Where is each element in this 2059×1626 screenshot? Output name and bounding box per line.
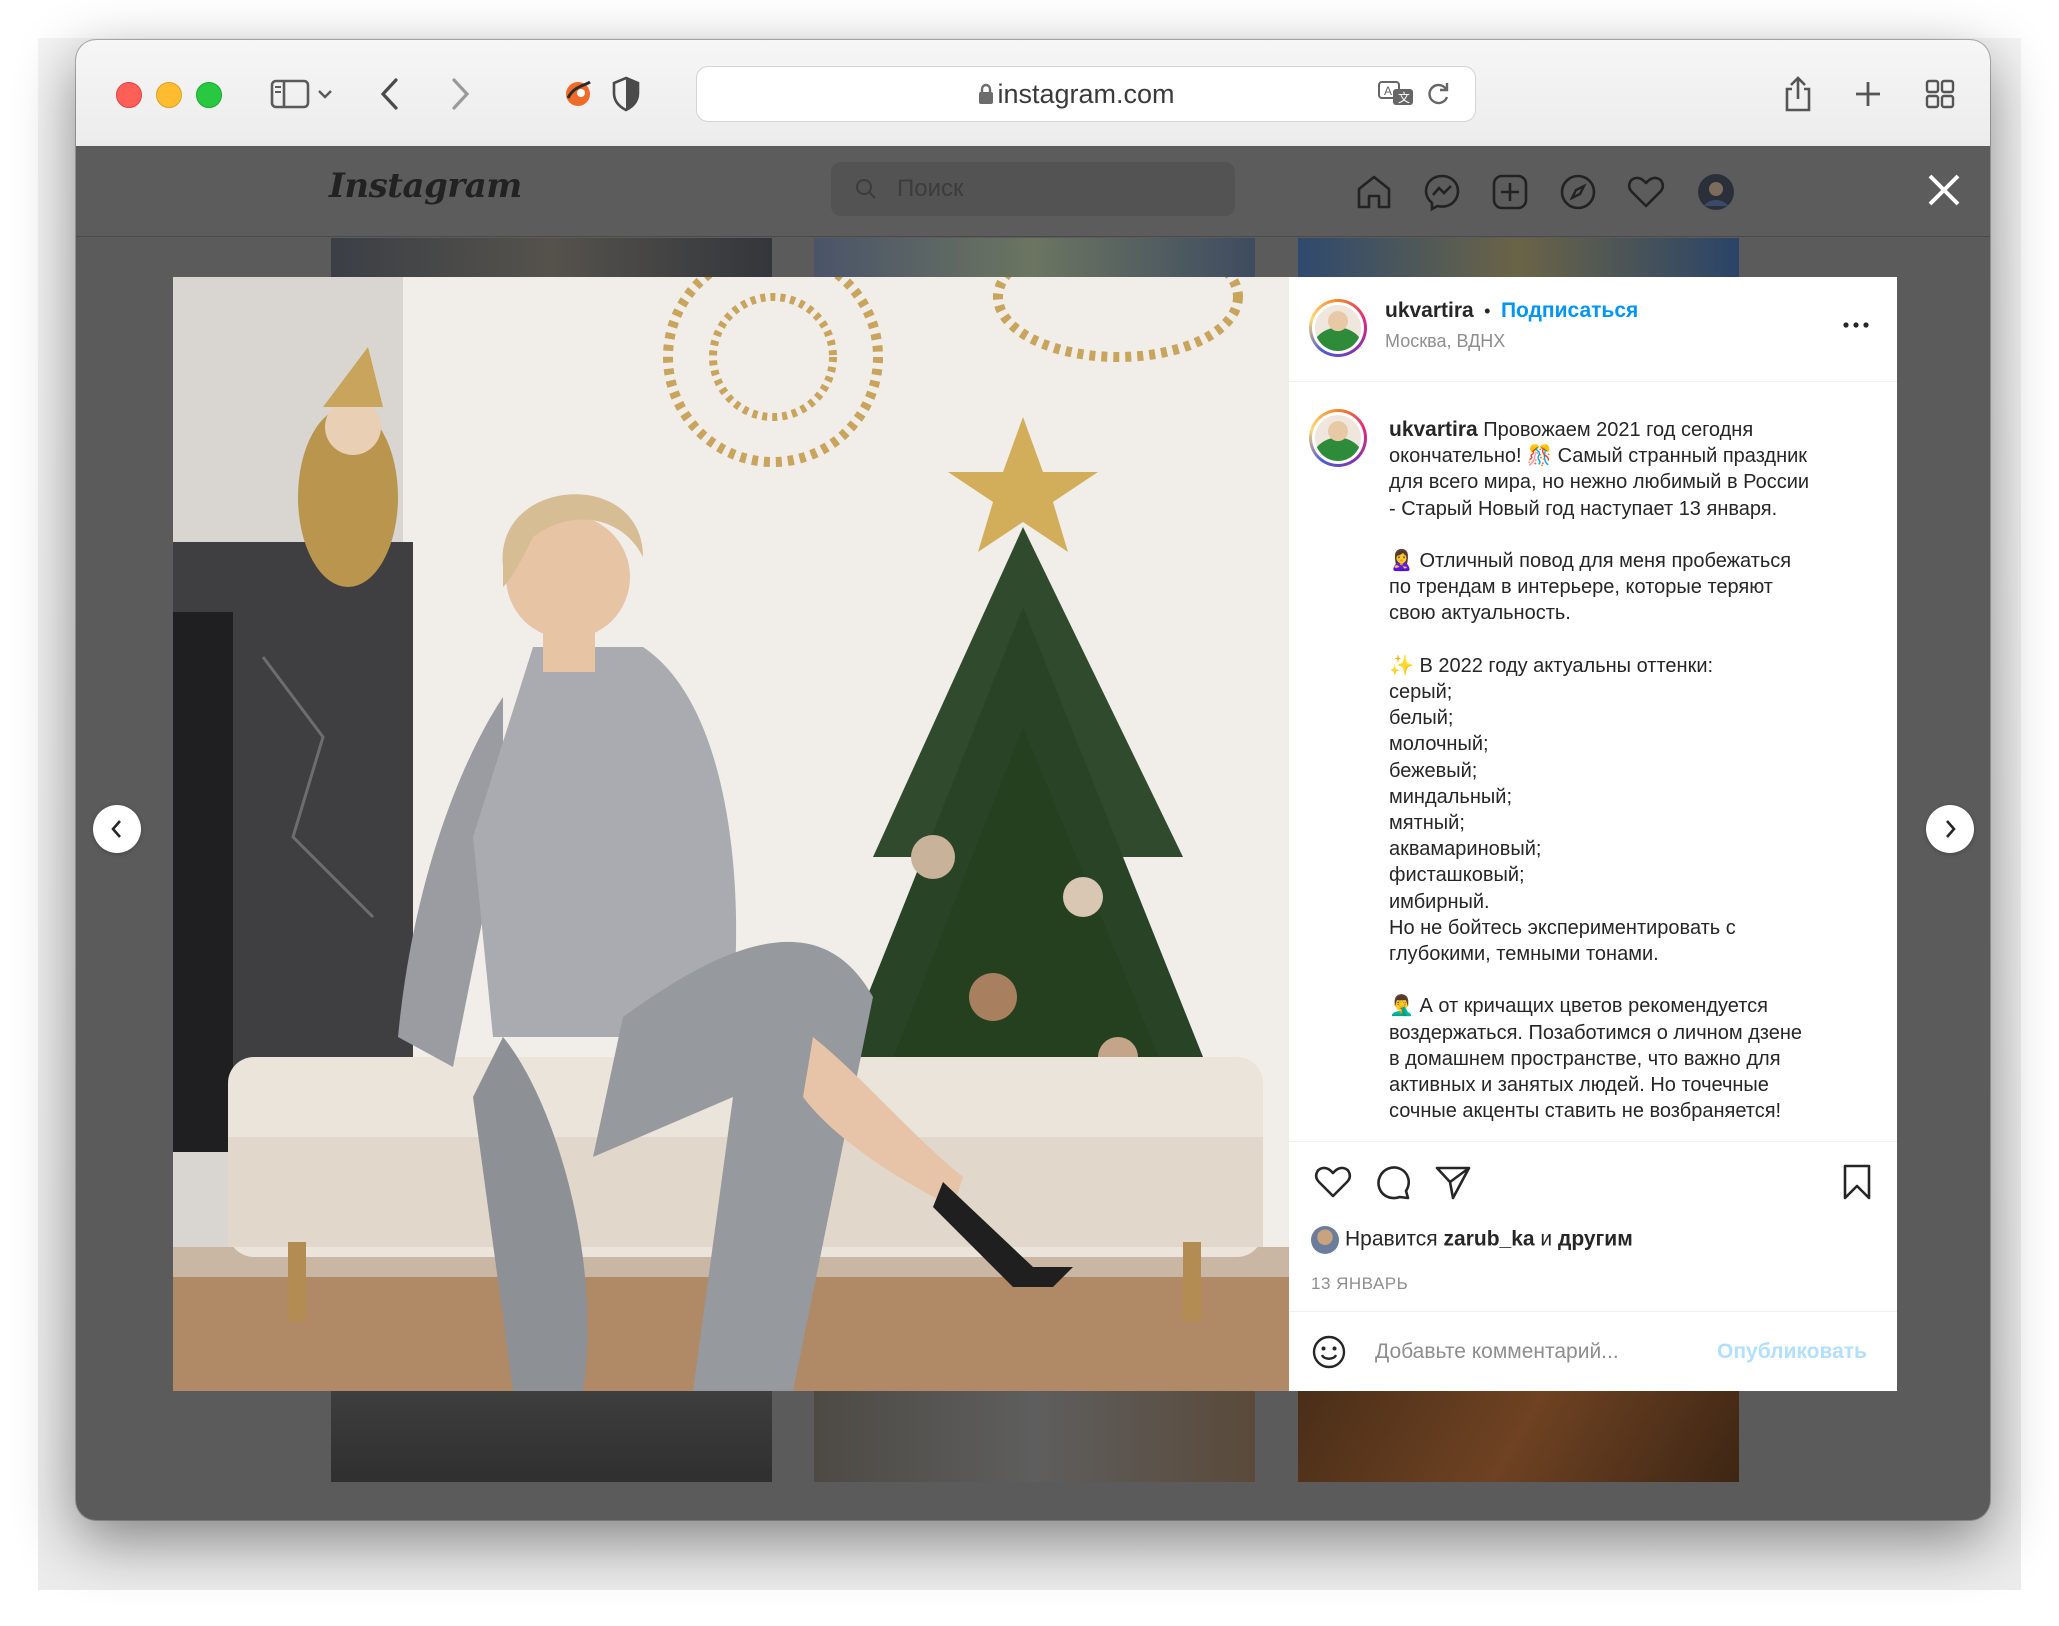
instagram-header: Instagram Поиск [76,146,1990,237]
likes-prefix: Нравится [1345,1227,1438,1251]
post-header: ukvartira • Подписаться Москва, ВДНХ [1289,277,1897,382]
caption-line: свою актуальность. [1389,602,1571,625]
caption-author-avatar[interactable] [1309,409,1367,467]
grid-thumbnail[interactable] [814,1390,1255,1482]
zoom-window-button[interactable] [196,82,222,108]
publish-button[interactable]: Опубликовать [1717,1312,1867,1391]
caption-line: в домашнем пространстве, что важно для [1389,1047,1781,1070]
close-icon[interactable] [1922,168,1966,212]
grid-thumbnail[interactable] [331,238,772,278]
search-input[interactable]: Поиск [831,162,1235,216]
explore-icon[interactable] [1558,172,1598,212]
post-photo[interactable] [173,277,1289,1391]
caption-line: 🤦‍♂️ А от кричащих цветов рекомендуется [1389,995,1769,1018]
caption-line: бежевый; [1389,759,1478,782]
caption-line: Но не бойтесь экспериментировать с [1389,916,1736,939]
caption-line: имбирный. [1389,890,1490,913]
caption-line: фисташковый; [1389,864,1525,887]
likes-others-link[interactable]: другим [1558,1228,1633,1251]
post-actions: Нравится zarub_ka и другим 13 ЯНВАРЬ [1289,1141,1897,1312]
caption-line: для всего мира, но нежно любимый в Росси… [1389,471,1810,494]
grid-thumbnail[interactable] [814,238,1255,278]
profile-avatar[interactable] [1696,172,1736,212]
next-post-button[interactable] [1926,805,1974,853]
caption-line: ✨ В 2022 году актуальны оттенки: [1389,654,1714,677]
caption-line: миндальный; [1389,785,1512,808]
caption-line: Провожаем 2021 год сегодня [1483,419,1754,441]
reload-icon[interactable] [1425,80,1451,113]
minimize-window-button[interactable] [156,82,182,108]
grid-thumbnail[interactable] [1298,1390,1739,1482]
sidebar-toggle-icon[interactable] [266,70,314,118]
liker-username[interactable]: zarub_ka [1444,1228,1535,1251]
svg-text:A: A [1384,84,1392,98]
browser-toolbar: instagram.com A文 [76,40,1990,147]
comment-composer: Добавьте комментарий... Опубликовать [1289,1311,1897,1391]
new-tab-icon[interactable] [1844,70,1892,118]
activity-heart-icon[interactable] [1626,172,1666,212]
like-heart-icon[interactable] [1313,1162,1353,1202]
follow-button[interactable]: Подписаться [1501,299,1638,322]
liker-avatar[interactable] [1311,1226,1339,1254]
post-modal: ukvartira • Подписаться Москва, ВДНХ ukv… [173,277,1897,1391]
chevron-right-icon [1946,820,1956,838]
post-location[interactable]: Москва, ВДНХ [1385,331,1505,352]
likes-summary: Нравится zarub_ka и другим [1311,1226,1633,1254]
back-arrow-icon[interactable] [366,70,414,118]
previous-post-button[interactable] [93,805,141,853]
more-options-icon[interactable] [1841,315,1871,335]
emoji-icon[interactable] [1311,1334,1347,1375]
post-date[interactable]: 13 ЯНВАРЬ [1311,1274,1408,1294]
caption-line: мятный; [1389,812,1465,835]
caption-username[interactable]: ukvartira [1389,418,1478,441]
address-bar[interactable]: instagram.com A文 [696,66,1476,122]
caption-line: глубокими, темными тонами. [1389,943,1659,966]
caption-line: активных и занятых людей. Но точечные [1389,1074,1769,1097]
caption-line: серый; [1389,681,1453,703]
comment-input[interactable]: Добавьте комментарий... [1375,1312,1619,1391]
close-window-button[interactable] [116,82,142,108]
author-username[interactable]: ukvartira [1385,299,1474,322]
caption-line: молочный; [1389,733,1489,756]
shield-icon[interactable] [602,70,650,118]
caption-line: воздержаться. Позаботимся о личном дзене [1389,1021,1803,1044]
comment-bubble-icon[interactable] [1373,1162,1413,1202]
forward-arrow-icon[interactable] [436,70,484,118]
caption-line: - Старый Новый год наступает 13 января. [1389,497,1778,520]
caption-line: аквамариновый; [1389,838,1542,861]
url-text: instagram.com [997,79,1175,109]
likes-conjunction: и [1540,1227,1553,1251]
author-avatar[interactable] [1309,299,1367,357]
svg-text:文: 文 [1398,90,1410,105]
grid-thumbnail[interactable] [331,1390,772,1482]
new-post-icon[interactable] [1490,172,1530,212]
post-caption: ukvartira Провожаем 2021 год сегодня око… [1389,417,1879,1124]
translate-icon[interactable]: A文 [1377,80,1417,113]
post-sidebar: ukvartira • Подписаться Москва, ВДНХ ukv… [1289,277,1897,1391]
search-placeholder: Поиск [897,175,964,202]
caption-line: 🙎‍♀️ Отличный повод для меня пробежаться [1389,550,1792,572]
caption-line: белый; [1389,707,1454,730]
caption-line: сочные акценты ставить не возбраняется! [1389,1100,1782,1123]
extension-icon[interactable] [554,70,602,118]
chevron-down-icon[interactable] [310,70,340,118]
search-icon [855,178,877,205]
share-icon[interactable] [1774,70,1822,118]
separator-dot: • [1484,301,1491,321]
instagram-logo[interactable]: Instagram [329,166,522,206]
share-plane-icon[interactable] [1433,1162,1473,1202]
post-photo-illustration [173,277,1289,1391]
tab-overview-icon[interactable] [1916,70,1964,118]
messenger-icon[interactable] [1422,172,1462,212]
bookmark-icon[interactable] [1837,1162,1877,1202]
chevron-left-icon [111,820,121,838]
caption-line: по трендам в интерьере, которые теряют [1389,576,1773,599]
home-icon[interactable] [1354,172,1394,212]
grid-thumbnail[interactable] [1298,238,1739,278]
caption-line: окончательно! 🎊 Самый странный праздник [1389,445,1808,468]
